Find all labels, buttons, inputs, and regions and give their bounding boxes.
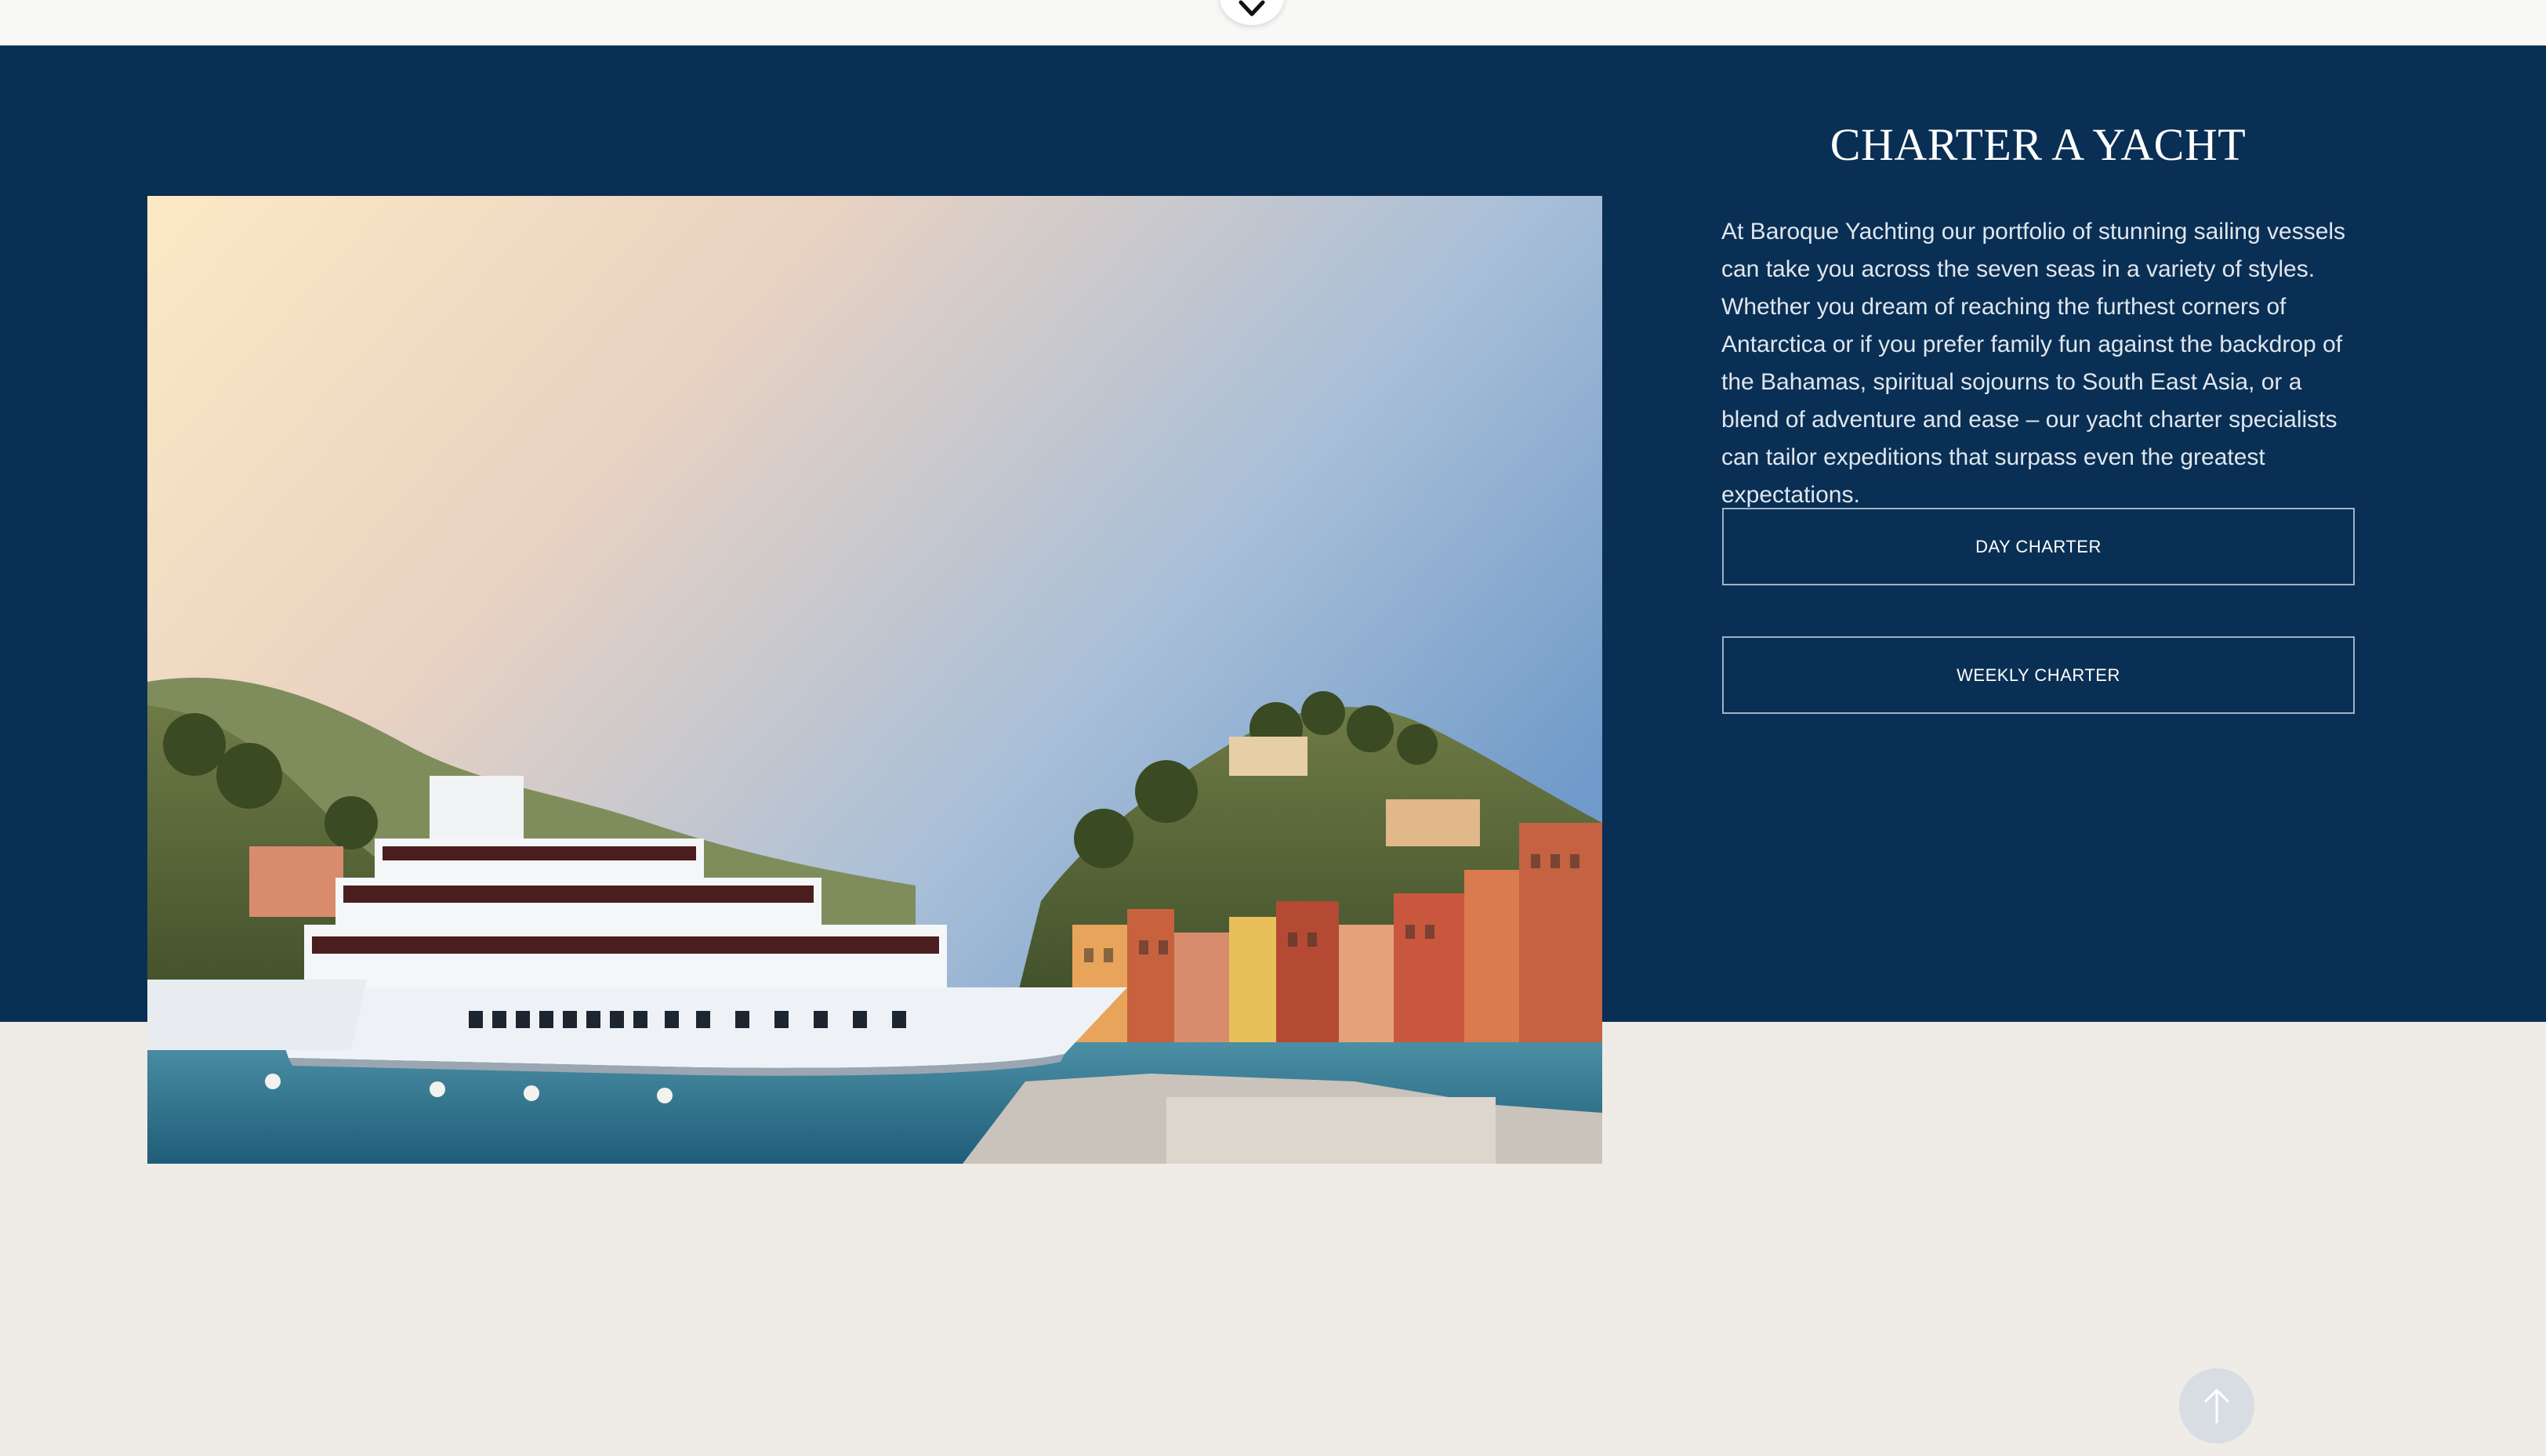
chevron-down-icon [1239,0,1265,16]
charter-content: CHARTER A YACHT At Baroque Yachting our … [1721,118,2355,514]
day-charter-button[interactable]: DAY CHARTER [1722,508,2355,585]
back-to-top-button[interactable] [2179,1368,2254,1443]
arrow-up-icon [2204,1389,2229,1424]
page-title: CHARTER A YACHT [1830,119,2247,170]
charter-description: At Baroque Yachting our portfolio of stu… [1721,219,2346,508]
weekly-charter-button[interactable]: WEEKLY CHARTER [1722,636,2355,714]
yacht-harbor-image [147,196,1602,1164]
